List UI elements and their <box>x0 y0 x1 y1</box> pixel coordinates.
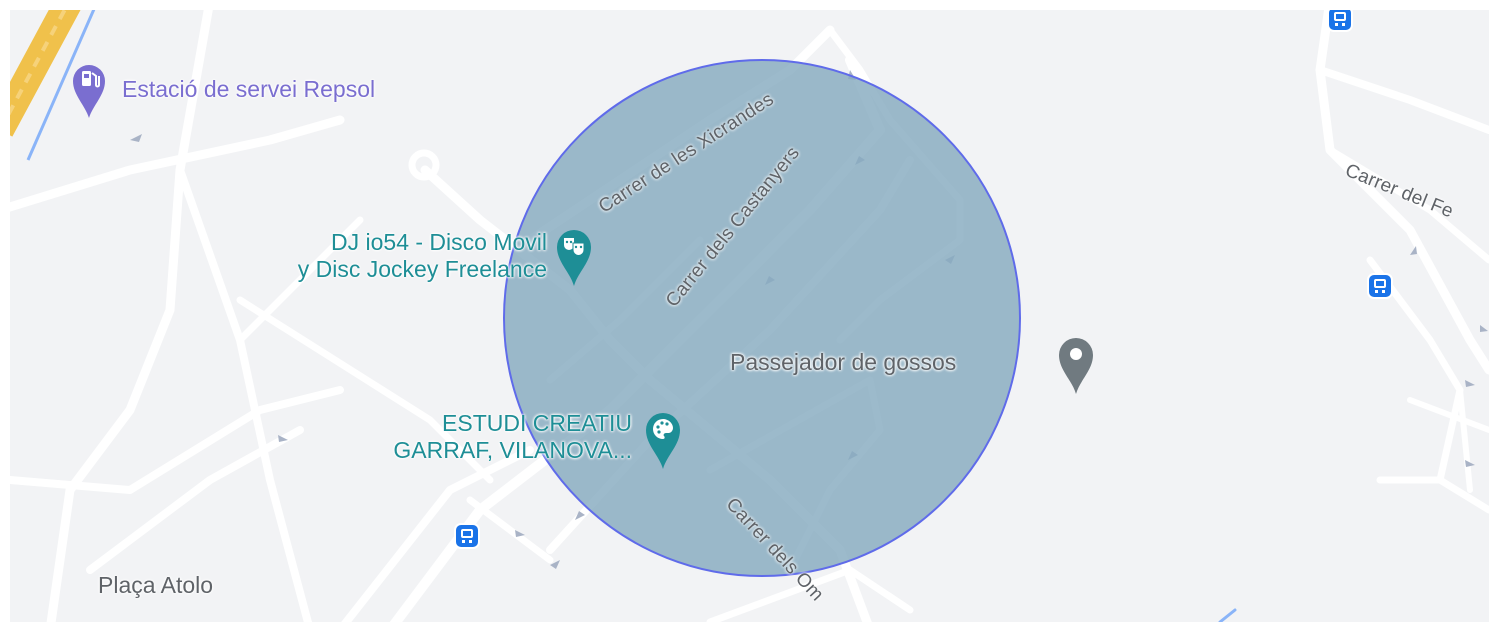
bus-stop-icon[interactable] <box>456 525 478 547</box>
studio-label-line2: GARRAF, VILANOVA... <box>393 437 632 463</box>
map-view[interactable]: Carrer de les Xicrandes Carrer dels Cast… <box>10 10 1489 622</box>
palette-icon <box>646 413 680 469</box>
gas-station-label[interactable]: Estació de servei Repsol <box>122 76 375 103</box>
studio-label-line1: ESTUDI CREATIU <box>442 410 632 436</box>
radius-circle[interactable] <box>503 59 1021 577</box>
gas-station-icon <box>73 65 105 118</box>
bus-stop-icon[interactable] <box>1329 10 1351 30</box>
dj-label-line2: y Disc Jockey Freelance <box>297 256 547 282</box>
dog-walker-label[interactable]: Passejador de gossos <box>730 349 956 376</box>
dj-label-line1: DJ io54 - Disco Movil <box>331 229 547 255</box>
bus-stop-icon[interactable] <box>1369 275 1391 297</box>
square-label[interactable]: Plaça Atolo <box>98 572 213 599</box>
dj-label[interactable]: DJ io54 - Disco Movil y Disc Jockey Free… <box>190 229 547 283</box>
map-pin-icon <box>1059 338 1093 394</box>
studio-label[interactable]: ESTUDI CREATIU GARRAF, VILANOVA... <box>310 410 632 464</box>
theater-masks-icon <box>557 230 591 286</box>
